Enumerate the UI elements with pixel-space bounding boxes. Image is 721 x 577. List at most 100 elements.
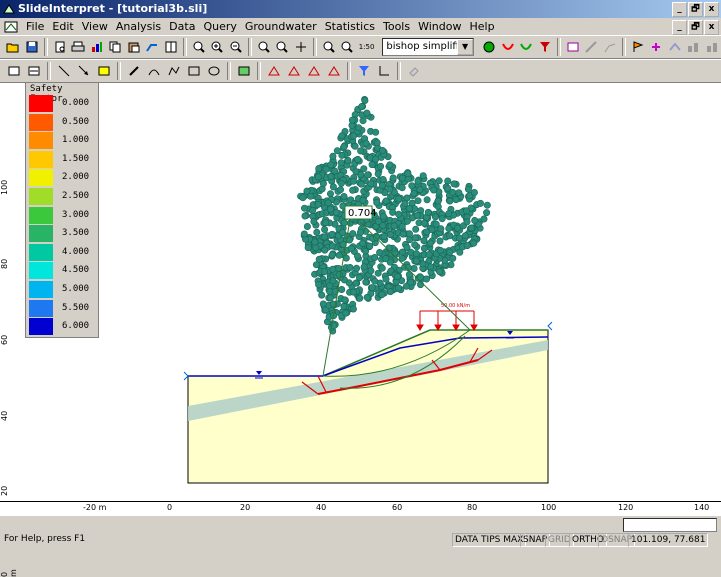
doc-restore-button[interactable]: 🗗 (688, 20, 703, 35)
slip-center-point (372, 233, 380, 241)
legend-swatch (29, 225, 53, 243)
globe-icon[interactable] (482, 39, 496, 55)
restore-button[interactable]: 🗗 (688, 2, 703, 17)
zoom-in-icon[interactable] (210, 39, 224, 55)
slip-center-point (483, 209, 491, 217)
menu-groundwater[interactable]: Groundwater (241, 20, 321, 33)
select-all-icon[interactable] (6, 63, 22, 79)
menu-statistics[interactable]: Statistics (321, 20, 379, 33)
slip-center-point (314, 200, 322, 208)
sample-icon[interactable] (649, 39, 663, 55)
menu-data[interactable]: Data (165, 20, 199, 33)
menu-file[interactable]: File (22, 20, 48, 33)
analysis-method-select[interactable]: bishop simplified ▼ (382, 38, 475, 56)
x-tick-60: 60 (392, 503, 403, 512)
slip-center-point (464, 185, 472, 193)
chevron-down-icon[interactable]: ▼ (457, 39, 474, 55)
ellipse-icon[interactable] (206, 63, 222, 79)
slip-center-point (412, 225, 420, 233)
pencil-icon[interactable] (126, 63, 142, 79)
menu-analysis[interactable]: Analysis (112, 20, 165, 33)
axis-icon[interactable] (376, 63, 392, 79)
menu-query[interactable]: Query (199, 20, 240, 33)
zoom-extents-icon[interactable] (275, 39, 289, 55)
line-icon[interactable] (56, 63, 72, 79)
doc-minimize-button[interactable]: _ (672, 20, 687, 35)
filter-icon[interactable] (537, 39, 551, 55)
zoom-previous-icon[interactable] (322, 39, 336, 55)
x-tick-minus20: -20 m (83, 503, 107, 512)
text-box-icon[interactable] (96, 63, 112, 79)
all-surfaces-icon[interactable] (519, 39, 533, 55)
doc-close-button[interactable]: x (704, 20, 719, 35)
zoom-out-icon[interactable] (228, 39, 242, 55)
zoom-window-icon[interactable] (257, 39, 271, 55)
ruler-icon[interactable] (306, 63, 322, 79)
pan-icon[interactable] (294, 39, 308, 55)
legend-value: 0.500 (62, 116, 90, 127)
slip-center-point (344, 156, 352, 164)
legend-swatch (29, 243, 53, 261)
safety-factor-legend[interactable]: Safety Factor 0.0000.5001.0001.5002.0002… (25, 82, 99, 338)
main-toolbar: 1:50 bishop simplified ▼ (0, 35, 721, 59)
query-icon[interactable] (584, 39, 598, 55)
slip-center-point (347, 244, 355, 252)
slip-center-point (419, 172, 427, 180)
slip-center-point (386, 185, 394, 193)
save-icon[interactable] (24, 39, 38, 55)
statistics-icon[interactable] (686, 39, 700, 55)
funnel-icon[interactable] (356, 63, 372, 79)
slip-center-point (300, 204, 308, 212)
datatips-toggle[interactable]: DATA TIPS MAX (452, 533, 527, 547)
label-icon[interactable] (668, 39, 682, 55)
histogram-icon[interactable] (705, 39, 719, 55)
close-button[interactable]: x (704, 2, 719, 17)
menu-help[interactable]: Help (465, 20, 498, 33)
slip-center-point (405, 205, 413, 213)
command-input[interactable] (623, 518, 717, 532)
area-icon[interactable] (326, 63, 342, 79)
zoom-scale-icon[interactable] (340, 39, 354, 55)
distributed-load (416, 310, 478, 331)
min-surface-icon[interactable] (501, 39, 515, 55)
dimension-icon[interactable] (266, 63, 282, 79)
table-icon[interactable] (163, 39, 177, 55)
slip-center-point (446, 232, 454, 240)
arc-icon[interactable] (146, 63, 162, 79)
angle-icon[interactable] (286, 63, 302, 79)
paste-icon[interactable] (126, 39, 140, 55)
model-canvas[interactable]: 50.00 kN/m 0.704 (8, 83, 721, 501)
slice-data-icon[interactable] (566, 39, 580, 55)
copy-icon[interactable] (108, 39, 122, 55)
display-options-icon[interactable] (26, 63, 42, 79)
flag-icon[interactable] (631, 39, 645, 55)
menu-view[interactable]: View (78, 20, 112, 33)
slip-center-point (299, 194, 307, 202)
scale-label[interactable]: 1:50 (359, 43, 375, 51)
arrow-icon[interactable] (76, 63, 92, 79)
slip-center-point (342, 309, 350, 317)
menu-window[interactable]: Window (414, 20, 465, 33)
slip-center-point (349, 186, 357, 194)
profile-icon[interactable] (145, 39, 159, 55)
slip-center-point (446, 248, 454, 256)
zoom-all-icon[interactable] (192, 39, 206, 55)
print-icon[interactable] (71, 39, 85, 55)
slip-center-point (356, 294, 364, 302)
slip-center-point (436, 237, 444, 245)
slip-center-point (346, 263, 354, 271)
separator (47, 62, 51, 80)
image-icon[interactable] (236, 63, 252, 79)
menu-tools[interactable]: Tools (379, 20, 414, 33)
print-preview-icon[interactable] (53, 39, 67, 55)
eraser-icon[interactable] (406, 63, 422, 79)
open-icon[interactable] (6, 39, 20, 55)
slip-center-point (336, 186, 344, 194)
graph-query-icon[interactable] (603, 39, 617, 55)
minimize-button[interactable]: _ (672, 2, 687, 17)
slip-center-point (380, 233, 388, 241)
polyline-icon[interactable] (166, 63, 182, 79)
chart-icon[interactable] (90, 39, 104, 55)
rectangle-icon[interactable] (186, 63, 202, 79)
menu-edit[interactable]: Edit (48, 20, 77, 33)
